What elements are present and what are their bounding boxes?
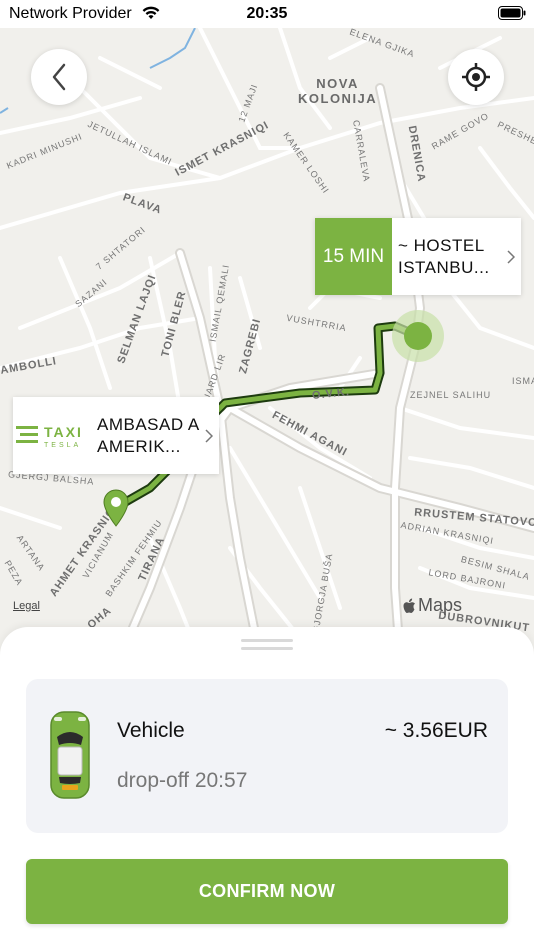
- map-pin-icon: [103, 489, 129, 527]
- taxi-tesla-logo: TAXI TESLA: [13, 397, 93, 474]
- vehicle-option-card[interactable]: Vehicle ~ 3.56EUR drop-off 20:57: [26, 679, 508, 833]
- legal-link[interactable]: Legal: [13, 600, 40, 612]
- destination-callout[interactable]: 15 MIN ~ HOSTEL ISTANBU...: [315, 218, 521, 295]
- logo-subtext: TESLA: [44, 442, 81, 449]
- locate-me-button[interactable]: [448, 49, 504, 105]
- chevron-left-icon: [52, 63, 66, 91]
- status-bar: Network Provider 20:35: [0, 0, 534, 28]
- taxi-car-icon: [50, 711, 90, 799]
- vehicle-name: Vehicle: [117, 719, 185, 742]
- back-button[interactable]: [31, 49, 87, 105]
- pickup-label: AMBASAD A AMERIK...: [97, 414, 199, 456]
- map-label: NOVA KOLONIJA: [298, 76, 378, 106]
- map-label: ISMA: [512, 376, 534, 386]
- logo-text: TAXI: [44, 424, 83, 440]
- confirm-now-button[interactable]: CONFIRM NOW: [26, 859, 508, 924]
- battery-icon: [498, 6, 526, 20]
- destination-label: ~ HOSTEL ISTANBU...: [398, 235, 490, 277]
- chevron-right-icon: [501, 249, 521, 264]
- apple-icon: [403, 598, 415, 613]
- crosshair-icon: [462, 63, 490, 91]
- chevron-right-icon: [199, 428, 219, 443]
- eta-badge: 15 MIN: [315, 218, 392, 295]
- pickup-callout[interactable]: TAXI TESLA AMBASAD A AMERIK...: [13, 397, 219, 474]
- clock: 20:35: [246, 5, 288, 22]
- drag-handle[interactable]: [241, 639, 293, 650]
- vehicle-price: ~ 3.56EUR: [384, 719, 488, 742]
- ride-bottom-sheet[interactable]: Vehicle ~ 3.56EUR drop-off 20:57 CONFIRM…: [0, 627, 534, 950]
- maps-brand-label: Maps: [418, 595, 463, 615]
- dropoff-time: drop-off 20:57: [117, 769, 248, 792]
- map-view[interactable]: ELENA GJIKA NOVA KOLONIJA 12 MAJI KADRI …: [0, 28, 534, 658]
- maps-attribution: Maps: [402, 595, 462, 616]
- map-label: ZEJNEL SALIHU: [410, 390, 492, 400]
